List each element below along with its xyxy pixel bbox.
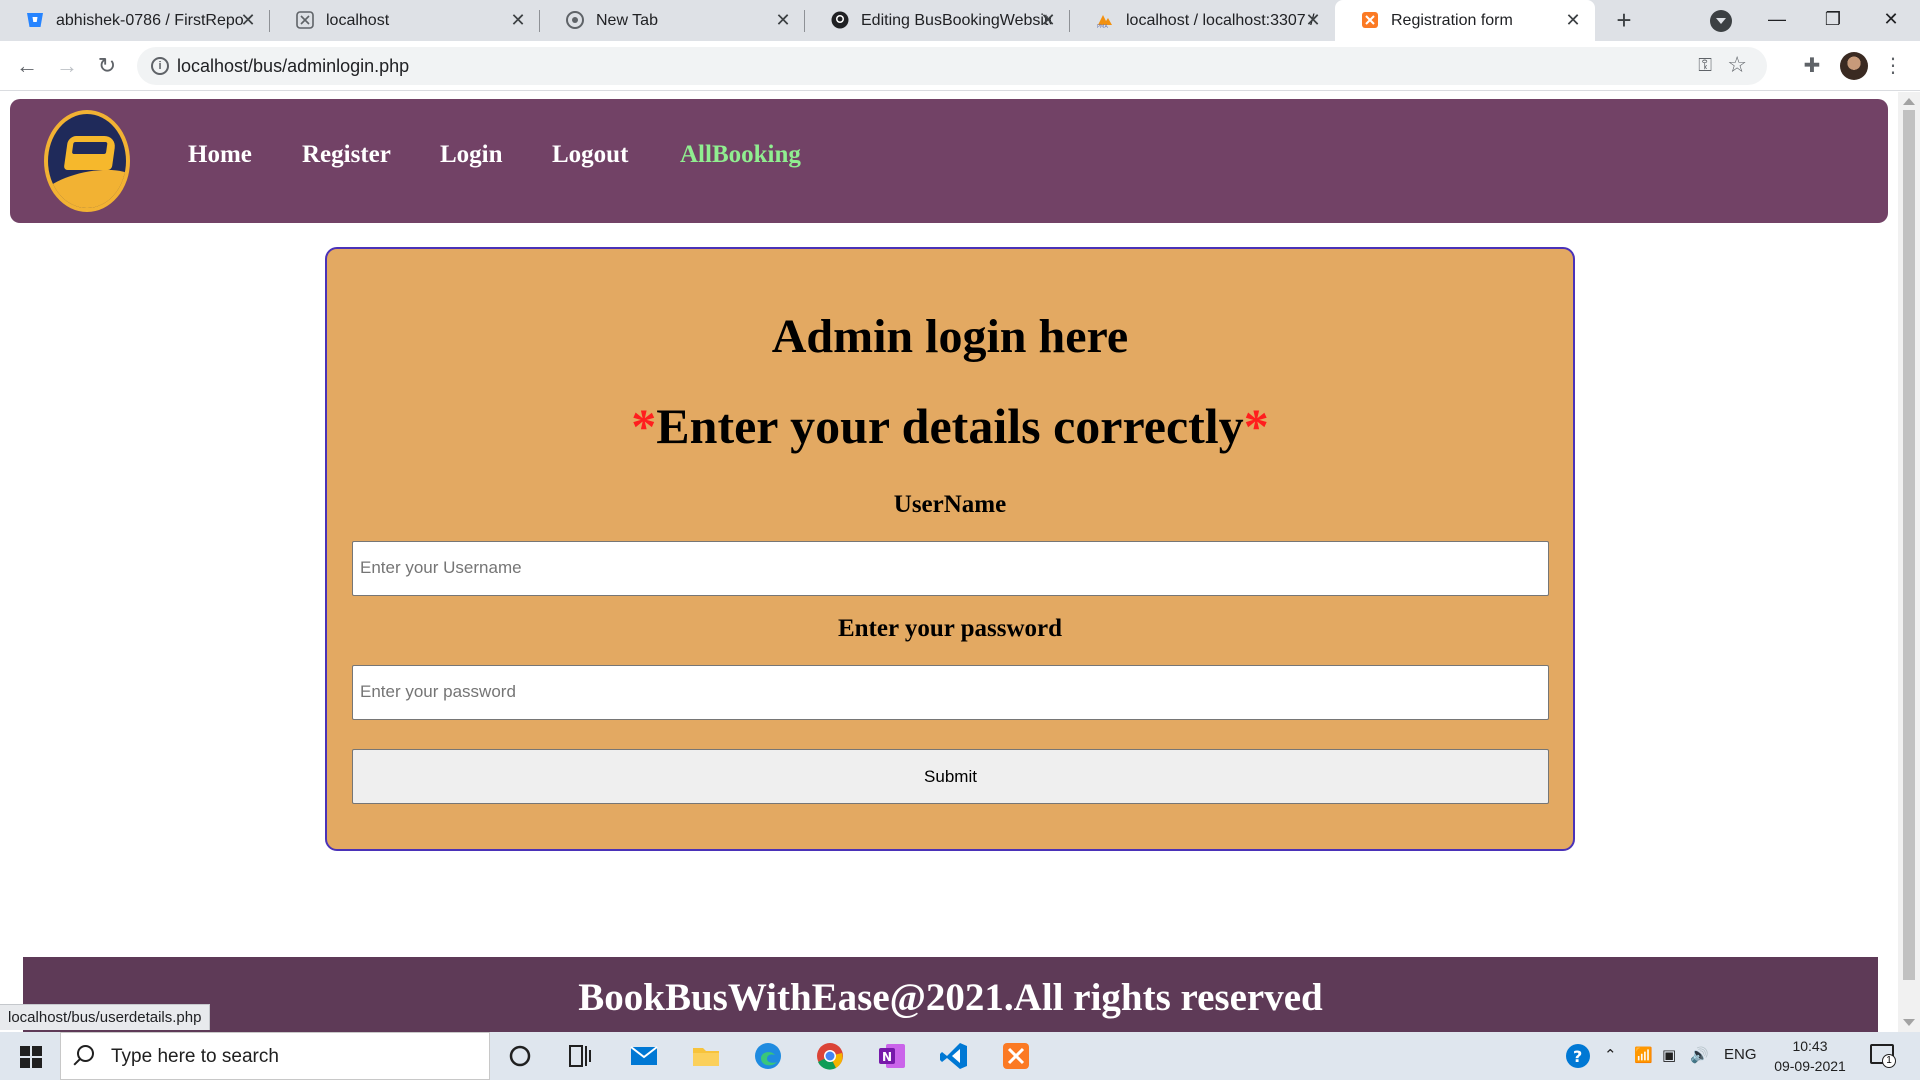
nav-logout-link[interactable]: Logout (552, 141, 628, 169)
admin-login-card: Admin login here *Enter your details cor… (325, 247, 1575, 851)
github-icon (831, 11, 849, 29)
bookmark-star-icon[interactable]: ☆ (1727, 52, 1747, 78)
form-subtitle: *Enter your details correctly* (327, 397, 1573, 455)
close-icon[interactable]: ✕ (1563, 10, 1583, 30)
window-close-icon[interactable]: ✕ (1876, 4, 1906, 34)
xampp-icon (296, 11, 314, 29)
tab-search-icon[interactable] (1710, 10, 1732, 32)
taskbar-clock[interactable]: 10:43 09-09-2021 (1765, 1036, 1855, 1076)
password-label: Enter your password (837, 615, 1063, 642)
password-input[interactable]: Enter your password (352, 665, 1549, 720)
bitbucket-icon (27, 13, 43, 27)
footer-text: BookBusWithEase@2021.All rights reserved (578, 976, 1323, 1019)
svg-text:N: N (882, 1050, 892, 1064)
tab-github[interactable]: Editing BusBookingWebsite ✕ (805, 0, 1070, 41)
forward-arrow-icon[interactable]: → (52, 51, 82, 81)
close-icon[interactable]: ✕ (508, 10, 528, 30)
network-icon[interactable]: 📶 (1634, 1046, 1653, 1064)
address-bar[interactable]: i localhost/bus/adminlogin.php ⚿ ☆ (137, 47, 1767, 85)
svg-text:?: ? (1573, 1047, 1582, 1066)
tab-registration-form[interactable]: Registration form ✕ (1335, 0, 1595, 41)
username-input[interactable]: Enter your Username (352, 541, 1549, 596)
file-explorer-icon[interactable] (690, 1040, 722, 1072)
close-icon[interactable]: ✕ (1038, 10, 1058, 30)
mail-icon[interactable] (628, 1040, 660, 1072)
task-view-icon[interactable] (564, 1040, 596, 1072)
site-navbar: Home Register Login Logout AllBooking (10, 99, 1888, 223)
scroll-up-arrow-icon[interactable] (1903, 98, 1915, 105)
vscode-icon[interactable] (938, 1040, 970, 1072)
tab-label: localhost / localhost:3307 / (1126, 11, 1315, 29)
minimize-icon[interactable]: — (1762, 4, 1792, 34)
menu-kebab-icon[interactable]: ⋮ (1878, 51, 1908, 81)
submit-button[interactable]: Submit (352, 749, 1549, 804)
page-title: Admin login here (771, 310, 1129, 363)
username-placeholder: Enter your Username (360, 558, 522, 577)
tray-chevron-up-icon[interactable]: ⌃ (1604, 1046, 1617, 1064)
tab-localhost[interactable]: localhost ✕ (270, 0, 540, 41)
link-status-bubble: localhost/bus/userdetails.php (0, 1004, 211, 1030)
scrollbar-thumb[interactable] (1903, 110, 1915, 980)
username-label: UserName (893, 491, 1007, 518)
password-key-icon[interactable]: ⚿ (1698, 55, 1712, 76)
clock-time: 10:43 (1792, 1038, 1828, 1054)
phpmyadmin-icon: PMA (1097, 15, 1112, 29)
extensions-puzzle-icon[interactable]: ✚ (1797, 51, 1827, 81)
xampp-icon (1362, 12, 1378, 28)
cortana-icon[interactable] (504, 1040, 536, 1072)
xampp-taskbar-icon[interactable] (1000, 1040, 1032, 1072)
help-icon[interactable]: ? (1562, 1040, 1594, 1072)
nav-login-link[interactable]: Login (440, 141, 503, 169)
taskbar-search-placeholder: Type here to search (111, 1046, 279, 1067)
restore-icon[interactable]: ❐ (1818, 4, 1848, 34)
windows-taskbar: Type here to search N ? ⌃ 📶 ▣ 🔊 ENG 10:4… (0, 1032, 1920, 1080)
windows-start-icon[interactable] (20, 1046, 42, 1068)
new-tab-button[interactable]: + (1610, 6, 1638, 34)
tab-phpmyadmin[interactable]: PMA localhost / localhost:3307 / ✕ (1070, 0, 1335, 41)
url-text[interactable]: localhost/bus/adminlogin.php (177, 56, 409, 77)
tab-strip: abhishek-0786 / FirstRepo / ✕ localhost … (0, 0, 1920, 41)
bus-logo-icon[interactable] (44, 110, 130, 212)
tab-bitbucket[interactable]: abhishek-0786 / FirstRepo / ✕ (0, 0, 270, 41)
edge-icon[interactable] (752, 1040, 784, 1072)
notification-count: 1 (1882, 1054, 1896, 1068)
language-indicator[interactable]: ENG (1724, 1046, 1757, 1063)
tab-new-tab[interactable]: New Tab ✕ (540, 0, 805, 41)
svg-text:PMA: PMA (1097, 24, 1108, 29)
tab-label: Editing BusBookingWebsite (861, 11, 1051, 29)
reload-icon[interactable]: ↻ (92, 51, 122, 81)
site-footer: BookBusWithEase@2021.All rights reserved (23, 957, 1878, 1032)
nav-home-link[interactable]: Home (188, 141, 252, 169)
site-info-icon[interactable]: i (151, 57, 169, 75)
close-icon[interactable]: ✕ (1303, 10, 1323, 30)
volume-icon[interactable]: 🔊 (1690, 1046, 1709, 1064)
back-arrow-icon[interactable]: ← (12, 51, 42, 81)
meet-now-icon[interactable]: ▣ (1662, 1046, 1676, 1064)
close-icon[interactable]: ✕ (773, 10, 793, 30)
page-viewport: Home Register Login Logout AllBooking Ad… (0, 92, 1898, 1032)
nav-register-link[interactable]: Register (302, 141, 391, 169)
required-asterisk: * (1243, 398, 1269, 454)
browser-toolbar: ← → ↻ i localhost/bus/adminlogin.php ⚿ ☆ (0, 41, 1920, 91)
taskbar-search-box[interactable]: Type here to search (60, 1032, 490, 1080)
tab-label: abhishek-0786 / FirstRepo / (56, 11, 246, 29)
chrome-taskbar-icon[interactable] (814, 1040, 846, 1072)
subtitle-text: Enter your details correctly (656, 398, 1244, 454)
tab-label: localhost (326, 11, 390, 29)
clock-date: 09-09-2021 (1774, 1058, 1846, 1074)
password-placeholder: Enter your password (360, 682, 516, 701)
nav-allbooking-link[interactable]: AllBooking (680, 141, 801, 169)
page-scrollbar[interactable] (1898, 92, 1920, 1032)
scroll-down-arrow-icon[interactable] (1903, 1019, 1915, 1026)
required-asterisk: * (631, 398, 657, 454)
tab-label: Registration form (1391, 11, 1513, 29)
search-icon (77, 1045, 94, 1062)
onenote-icon[interactable]: N (876, 1040, 908, 1072)
profile-avatar[interactable] (1840, 52, 1868, 80)
tab-label: New Tab (596, 11, 658, 29)
close-icon[interactable]: ✕ (238, 10, 258, 30)
chrome-icon (566, 11, 584, 29)
notification-center-icon[interactable]: 1 (1870, 1044, 1896, 1068)
